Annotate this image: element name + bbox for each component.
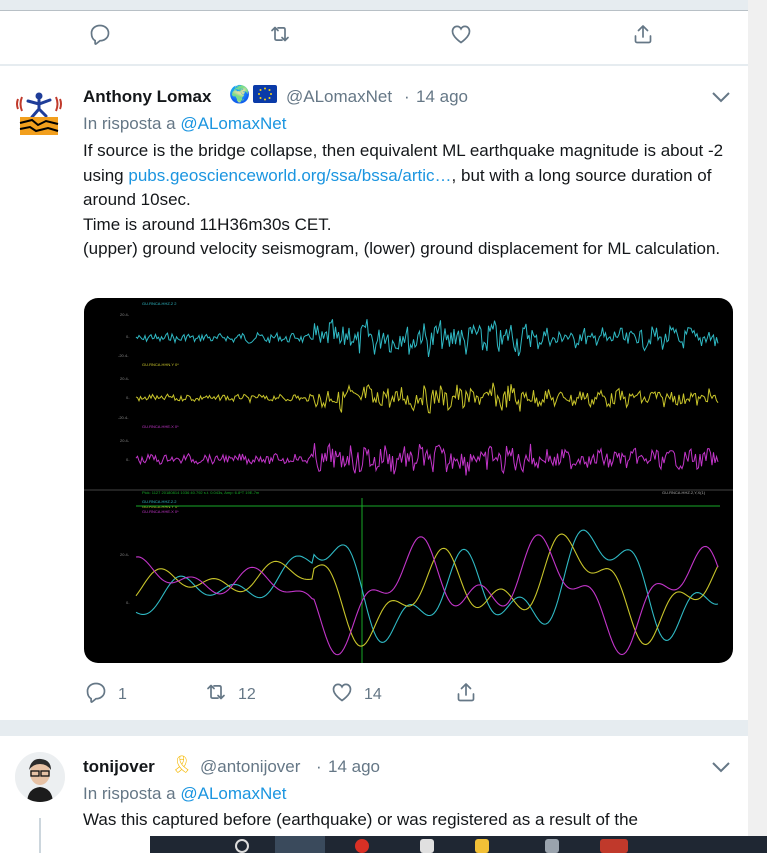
- right-label: GU.RNCA.HHZ.2,Y,X(1): [662, 490, 706, 495]
- trace-label: GU.RNCA.HHN.Y 0*: [142, 362, 179, 367]
- displacement-trace-e: [135, 534, 719, 656]
- trace-label: GU.RNCA.HHE.X 0*: [142, 424, 179, 429]
- avatar[interactable]: [15, 752, 65, 802]
- tweet-card[interactable]: Anthony Lomax 🌍 @ALomaxNet · 14 ago In r…: [0, 66, 748, 720]
- folder-icon[interactable]: [475, 839, 489, 853]
- retweet-count: 12: [238, 685, 256, 703]
- reply-button[interactable]: [88, 22, 112, 51]
- reply-context: In risposta a @ALomaxNet: [83, 784, 286, 804]
- share-icon: [454, 680, 478, 709]
- thread-line: [39, 818, 41, 853]
- axis-tick: 20.4-: [120, 376, 130, 381]
- share-icon: [631, 22, 655, 51]
- author-name[interactable]: Anthony Lomax: [83, 87, 211, 107]
- reply-to-link[interactable]: @ALomaxNet: [180, 784, 286, 803]
- os-taskbar: [150, 836, 767, 853]
- ribbon-emoji-badge: 🎗: [171, 755, 193, 774]
- tweet-time-line: Time is around 11H36m30s CET.: [83, 214, 332, 234]
- reply-button[interactable]: 1: [84, 680, 127, 709]
- share-button[interactable]: [631, 22, 655, 51]
- reply-prefix: In risposta a: [83, 114, 176, 133]
- tweet-text: If source is the bridge collapse, then e…: [83, 139, 733, 262]
- separator-dot: ·: [404, 87, 410, 106]
- axis-tick: 0-: [126, 334, 130, 339]
- legend-label: GU.RNCA.HHE.X 0*: [142, 509, 179, 514]
- page-scrollbar[interactable]: [748, 0, 767, 853]
- displacement-trace-z: [135, 529, 719, 643]
- seismic-logo-icon: [16, 92, 62, 135]
- article-link[interactable]: pubs.geoscienceworld.org/ssa/bssa/artic…: [128, 166, 451, 185]
- person-avatar-icon: [15, 752, 65, 802]
- tweet-text: Was this captured before (earthquake) or…: [83, 810, 638, 829]
- axis-tick: 20.4-: [120, 312, 130, 317]
- share-button[interactable]: [454, 680, 478, 709]
- axis-tick: 0-: [126, 457, 130, 462]
- velocity-trace-n: [135, 382, 719, 414]
- eu-flag-emoji-badge: [253, 85, 277, 103]
- seismogram-image[interactable]: GU.RNCA.HHZ.2 2 GU.RNCA.HHN.Y 0* GU.RNCA…: [84, 298, 733, 663]
- app-icon[interactable]: [600, 839, 628, 853]
- like-button[interactable]: 14: [330, 680, 382, 709]
- axis-tick: 20.4-: [120, 438, 130, 443]
- reply-icon: [88, 22, 112, 51]
- timeline: Anthony Lomax 🌍 @ALomaxNet · 14 ago In r…: [0, 0, 767, 853]
- author-name[interactable]: tonijover: [83, 757, 155, 777]
- active-app-icon[interactable]: [275, 836, 325, 853]
- tweet-time[interactable]: 14 ago: [416, 87, 468, 107]
- globe-emoji-badge: 🌍: [229, 85, 251, 104]
- seismogram-plot: GU.RNCA.HHZ.2 2 GU.RNCA.HHN.Y 0* GU.RNCA…: [84, 301, 733, 663]
- reply-count: 1: [118, 685, 127, 703]
- heart-icon: [449, 22, 473, 51]
- app-icon[interactable]: [420, 839, 434, 853]
- avatar[interactable]: [14, 87, 64, 137]
- tweet-time[interactable]: 14 ago: [328, 757, 380, 777]
- eu-flag-icon: [258, 87, 272, 101]
- retweet-icon: [204, 680, 228, 709]
- like-button[interactable]: [449, 22, 473, 51]
- retweet-button[interactable]: [268, 22, 292, 51]
- velocity-trace-z: [135, 319, 719, 357]
- trace-label: GU.RNCA.HHZ.2 2: [142, 301, 177, 306]
- axis-tick: 0-: [126, 395, 130, 400]
- velocity-trace-e: [135, 442, 719, 476]
- axis-tick: 20.4-: [120, 552, 130, 557]
- separator-dot: ·: [316, 757, 322, 776]
- chrome-icon[interactable]: [355, 839, 369, 853]
- status-text: Pick: 1127 20180814 1036 40.792 s.t. 0.0…: [142, 490, 260, 495]
- retweet-button[interactable]: 12: [204, 680, 256, 709]
- axis-tick: 0-: [126, 600, 130, 605]
- tweet-caption-line: (upper) ground velocity seismogram, (low…: [83, 239, 721, 258]
- retweet-icon: [268, 22, 292, 51]
- reply-context: In risposta a @ALomaxNet: [83, 114, 286, 134]
- chevron-down-icon[interactable]: [711, 90, 731, 104]
- author-handle[interactable]: @ALomaxNet: [286, 87, 392, 107]
- search-icon[interactable]: [235, 839, 249, 853]
- reply-prefix: In risposta a: [83, 784, 176, 803]
- heart-icon: [330, 680, 354, 709]
- author-handle[interactable]: @antonijover: [200, 757, 300, 777]
- axis-tick: -20.4-: [118, 353, 129, 358]
- chevron-down-icon[interactable]: [711, 760, 731, 774]
- previous-tweet-card: [0, 11, 748, 64]
- app-icon[interactable]: [545, 839, 559, 853]
- reply-to-link[interactable]: @ALomaxNet: [180, 114, 286, 133]
- like-count: 14: [364, 685, 382, 703]
- reply-icon: [84, 680, 108, 709]
- axis-tick: -20.4-: [118, 415, 129, 420]
